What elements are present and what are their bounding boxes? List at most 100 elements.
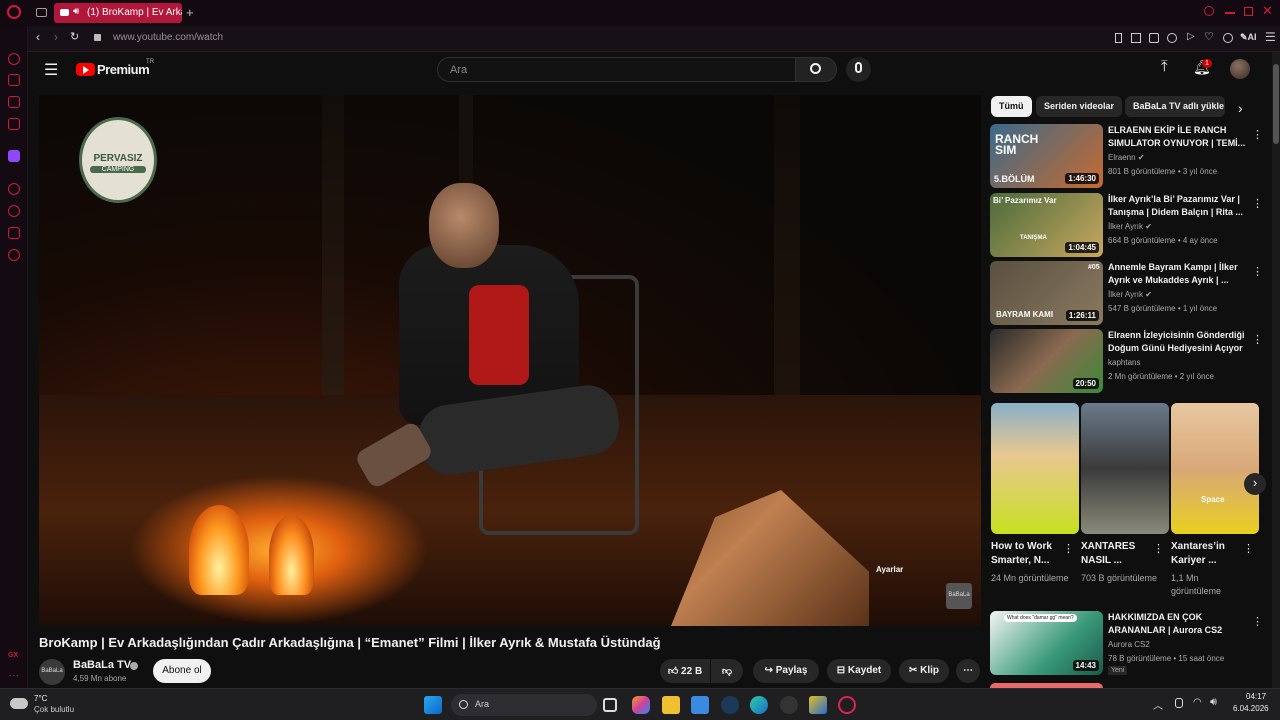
chip-series[interactable]: Seriden videolar bbox=[1036, 96, 1123, 117]
gx-control-icon[interactable] bbox=[8, 53, 20, 65]
scrollbar-thumb[interactable] bbox=[1273, 64, 1279, 144]
video-thumbnail[interactable]: RANCH SIM 5.BÖLÜM 1:46:30 bbox=[990, 124, 1103, 188]
play-icon[interactable]: ▷ bbox=[1187, 31, 1195, 42]
guide-menu-icon[interactable]: ☰ bbox=[44, 60, 58, 80]
player-icon[interactable] bbox=[8, 183, 20, 195]
related-video[interactable]: RANCH SIM 5.BÖLÜM 1:46:30 ELRAENN EKİP İ… bbox=[990, 124, 1263, 188]
copilot-icon[interactable] bbox=[632, 696, 650, 714]
tray-chevron-icon[interactable]: ︿ bbox=[1153, 697, 1163, 712]
video-thumbnail[interactable]: #05 BAYRAM KAMI 1:26:11 bbox=[990, 261, 1103, 325]
search-tabs-icon[interactable] bbox=[1204, 6, 1214, 16]
app-icon[interactable] bbox=[809, 696, 827, 714]
edge-icon[interactable] bbox=[750, 696, 768, 714]
bookmark-icon[interactable] bbox=[1115, 33, 1122, 43]
url-text[interactable]: www.youtube.com/watch bbox=[113, 32, 223, 43]
account-icon[interactable] bbox=[1223, 33, 1233, 43]
more-actions-button[interactable]: ⋯ bbox=[956, 659, 980, 683]
short-menu-icon[interactable]: ⋮ bbox=[1063, 542, 1074, 555]
youtube-logo[interactable]: Premium TR bbox=[76, 59, 166, 80]
microsoft-store-icon[interactable] bbox=[691, 696, 709, 714]
twitch-icon[interactable] bbox=[8, 150, 20, 162]
speaker-icon[interactable]: 🔊︎ bbox=[73, 6, 79, 17]
related-menu-icon[interactable]: ⋮ bbox=[1252, 265, 1263, 278]
chip-channel-uploads[interactable]: BaBaLa TV adlı yükle bbox=[1125, 96, 1225, 117]
clip-label: Klip bbox=[920, 665, 940, 676]
related-menu-icon[interactable]: ⋮ bbox=[1252, 615, 1263, 628]
related-video[interactable]: What does "damar gg" mean? 14:43 HAKKIMI… bbox=[990, 611, 1263, 675]
channel-watermark[interactable]: BaBaLa bbox=[946, 583, 972, 609]
search-button[interactable] bbox=[795, 57, 837, 82]
chips-next-icon[interactable]: › bbox=[1238, 100, 1243, 116]
channel-avatar[interactable]: BaBaLa bbox=[39, 659, 65, 685]
voice-search-button[interactable] bbox=[846, 57, 871, 82]
dislike-button[interactable]: 👎︎ bbox=[711, 659, 743, 683]
opera-gx-logo-icon[interactable] bbox=[7, 5, 21, 19]
snapshot-icon[interactable] bbox=[1131, 33, 1141, 43]
maximize-button[interactable] bbox=[1244, 7, 1253, 16]
related-menu-icon[interactable]: ⋮ bbox=[1252, 333, 1263, 346]
chip-all[interactable]: Tümü bbox=[991, 96, 1032, 117]
video-thumbnail[interactable]: What does "damar gg" mean? 14:43 bbox=[990, 611, 1103, 675]
save-button[interactable]: ⊟ Kaydet bbox=[827, 659, 891, 683]
video-thumbnail[interactable]: Bi’ Pazarımız Var TANIŞMA 1:04:45 bbox=[990, 193, 1103, 257]
close-button[interactable]: ✕ bbox=[1262, 3, 1273, 19]
short-thumbnail[interactable] bbox=[991, 403, 1079, 534]
related-video[interactable]: 20:50 Elraenn İzleyicisinin Gönderdiği D… bbox=[990, 329, 1263, 393]
taskbar-search-input[interactable]: Ara bbox=[451, 694, 597, 716]
easy-setup-menu-icon[interactable]: ☰ bbox=[1265, 30, 1276, 44]
channel-name[interactable]: BaBaLa TV bbox=[73, 659, 131, 671]
heart-icon[interactable]: ♡ bbox=[1204, 30, 1214, 43]
video-thumbnail[interactable]: 20:50 bbox=[990, 329, 1103, 393]
active-tab[interactable]: 🔊︎ (1) BroKamp | Ev Arkadaşlığından bbox=[54, 3, 182, 23]
windows-start-icon[interactable] bbox=[424, 696, 442, 714]
like-button[interactable]: 👍︎ 22 B bbox=[660, 659, 710, 683]
more-icon[interactable]: ··· bbox=[9, 670, 19, 681]
clock-date[interactable]: 6.04.2026 bbox=[1233, 704, 1269, 713]
forward-icon[interactable]: › bbox=[54, 30, 58, 44]
back-icon[interactable]: ‹ bbox=[36, 30, 40, 44]
app-icon[interactable] bbox=[780, 696, 798, 714]
subscribe-button[interactable]: Abone ol bbox=[153, 659, 211, 683]
clock-time[interactable]: 04:17 bbox=[1246, 692, 1266, 701]
file-explorer-icon[interactable] bbox=[662, 696, 680, 714]
steam-icon[interactable] bbox=[721, 696, 739, 714]
instagram-icon[interactable] bbox=[8, 118, 20, 130]
page-scrollbar[interactable] bbox=[1272, 52, 1280, 688]
short-thumbnail[interactable] bbox=[1081, 403, 1169, 534]
video-player[interactable]: PERVASIZ CAMPING Ayarlar BaBaLa bbox=[39, 95, 981, 626]
search-input[interactable]: Ara bbox=[437, 57, 796, 82]
clip-button[interactable]: ✂ Klip bbox=[899, 659, 949, 683]
related-menu-icon[interactable]: ⋮ bbox=[1252, 197, 1263, 210]
settings-icon[interactable] bbox=[8, 249, 20, 261]
vpn-icon[interactable] bbox=[1149, 33, 1159, 43]
short-menu-icon[interactable]: ⋮ bbox=[1243, 542, 1254, 555]
user-avatar[interactable] bbox=[1230, 59, 1250, 79]
short-menu-icon[interactable]: ⋮ bbox=[1153, 542, 1164, 555]
task-view-icon[interactable] bbox=[603, 698, 617, 712]
wifi-icon[interactable]: ◠ bbox=[1193, 697, 1202, 708]
gx-corner-icon[interactable] bbox=[8, 74, 20, 86]
gx-badge-icon[interactable]: GX bbox=[8, 652, 18, 659]
aria-ai-button[interactable]: ✎AI bbox=[1240, 32, 1257, 43]
history-icon[interactable] bbox=[8, 205, 20, 217]
related-title: Annemle Bayram Kampı | İlker Ayrık ve Mu… bbox=[1108, 262, 1238, 285]
screenshot-icon[interactable] bbox=[1167, 33, 1177, 43]
weather-widget[interactable]: 7°C Çok bulutlu bbox=[10, 694, 90, 716]
reload-icon[interactable]: ↻ bbox=[70, 30, 79, 43]
opera-gx-taskbar-icon[interactable] bbox=[838, 696, 856, 714]
settings-overlay-label[interactable]: Ayarlar bbox=[876, 565, 903, 574]
related-menu-icon[interactable]: ⋮ bbox=[1252, 128, 1263, 141]
related-video[interactable]: Bi’ Pazarımız Var TANIŞMA 1:04:45 İlker … bbox=[990, 193, 1263, 257]
short-thumbnail[interactable]: Space bbox=[1171, 403, 1259, 534]
new-tab-button[interactable]: + bbox=[186, 5, 194, 20]
share-button[interactable]: ↪ Paylaş bbox=[753, 659, 819, 683]
messenger-icon[interactable] bbox=[8, 96, 20, 108]
network-icon[interactable] bbox=[1175, 698, 1183, 708]
related-video[interactable]: #05 BAYRAM KAMI 1:26:11 Annemle Bayram K… bbox=[990, 261, 1263, 325]
shorts-next-icon[interactable]: › bbox=[1244, 473, 1266, 495]
minimize-button[interactable] bbox=[1225, 12, 1235, 14]
extensions-icon[interactable] bbox=[8, 227, 20, 239]
upload-icon[interactable]: ⤒ bbox=[1161, 58, 1168, 75]
tab-manager-icon[interactable] bbox=[36, 8, 47, 17]
volume-icon[interactable]: 🔊︎ bbox=[1210, 696, 1217, 709]
